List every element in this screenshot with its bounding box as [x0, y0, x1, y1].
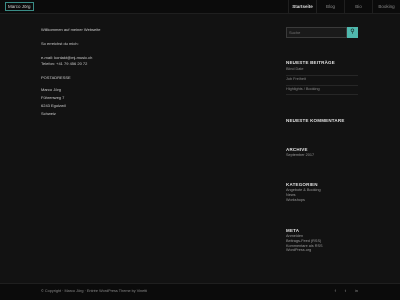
- footer: © Copyright · Marco Jörg · Entrée WordPr…: [0, 283, 400, 300]
- site-logo[interactable]: Marco Jörg: [5, 2, 34, 11]
- address-street: Führenweg 7: [41, 95, 65, 100]
- facebook-icon[interactable]: f: [335, 288, 336, 294]
- recent-comments-title: NEUESTE KOMMENTARE: [286, 118, 345, 123]
- category-item[interactable]: Workshops: [286, 198, 358, 203]
- recent-post-item[interactable]: Job Freiheit: [286, 76, 358, 86]
- search-icon[interactable]: ⚲: [347, 27, 358, 38]
- meta-widget: META Anmelden Beitrags-Feed (RSS) Kommen…: [286, 228, 358, 253]
- recent-comments-widget: NEUESTE KOMMENTARE: [286, 118, 358, 124]
- categories-widget: KATEGORIEN Angebote & Booking News Works…: [286, 182, 358, 202]
- recent-post-item[interactable]: Blind Date: [286, 66, 358, 76]
- nav-item-startseite[interactable]: Startseite: [288, 0, 316, 13]
- archive-widget: ARCHIVE September 2017: [286, 147, 358, 158]
- recent-posts-widget: NEUESTE BEITRÄGE Blind Date Job Freiheit…: [286, 60, 358, 96]
- meta-item[interactable]: WordPress.org: [286, 248, 358, 253]
- main-content: Willkommen auf meiner Webseite So erreic…: [41, 27, 261, 117]
- search-input[interactable]: [286, 27, 347, 38]
- address-country: Schweiz: [41, 111, 56, 116]
- main-nav: Startseite Blog Bio Booking: [288, 0, 400, 13]
- linkedin-icon[interactable]: in: [355, 288, 358, 294]
- archive-item[interactable]: September 2017: [286, 153, 358, 158]
- social-links: f t in: [335, 288, 358, 294]
- copyright-text: © Copyright · Marco Jörg · Entrée WordPr…: [41, 289, 148, 293]
- nav-item-bio[interactable]: Bio: [344, 0, 372, 13]
- nav-item-blog[interactable]: Blog: [316, 0, 344, 13]
- twitter-icon[interactable]: t: [345, 288, 346, 294]
- nav-item-booking[interactable]: Booking: [372, 0, 400, 13]
- address-city: 6243 Egolzwil: [41, 103, 66, 108]
- address-name: Marco Jörg: [41, 87, 62, 92]
- sidebar: ⚲ NEUESTE BEITRÄGE Blind Date Job Freihe…: [286, 27, 358, 252]
- recent-post-item[interactable]: Highlights / Booking: [286, 86, 358, 96]
- header: Marco Jörg Startseite Blog Bio Booking: [0, 0, 400, 14]
- search-form: ⚲: [286, 27, 358, 38]
